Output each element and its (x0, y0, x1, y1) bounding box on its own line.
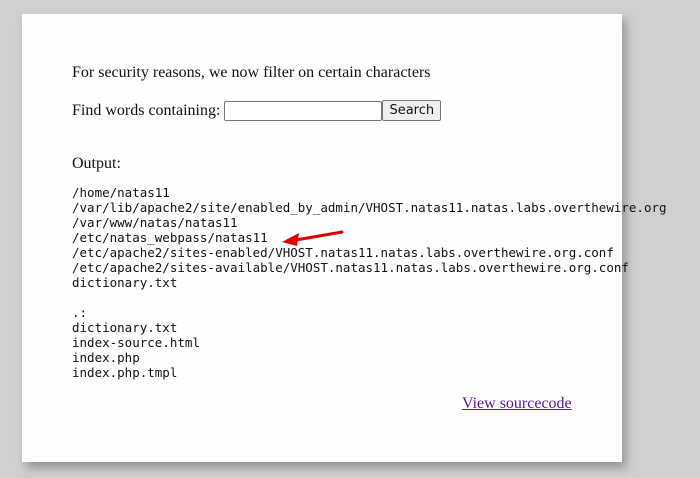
red-arrow-icon (282, 230, 344, 246)
output-line: /home/natas11 (72, 185, 170, 200)
output-blank-line (72, 290, 667, 305)
output-line: /etc/apache2/sites-enabled/VHOST.natas11… (72, 245, 614, 260)
output-label: Output: (72, 155, 121, 172)
output-line: /var/www/natas/natas11 (72, 215, 238, 230)
search-label: Find words containing: (72, 101, 221, 119)
output-block: /home/natas11/var/lib/apache2/site/enabl… (72, 185, 667, 380)
view-sourcecode-link[interactable]: View sourcecode (462, 394, 572, 414)
output-line: dictionary.txt (72, 320, 178, 335)
output-line: index.php (72, 350, 140, 365)
content-panel: For security reasons, we now filter on c… (22, 14, 667, 462)
output-line: dictionary.txt (72, 275, 178, 290)
search-input[interactable] (224, 100, 383, 121)
output-line: /var/lib/apache2/site/enabled_by_admin/V… (72, 200, 667, 215)
search-form: Find words containing: Search (72, 100, 442, 121)
output-line-webpass: /etc/natas_webpass/natas11 (72, 230, 268, 245)
output-line: index.php.tmpl (72, 365, 178, 380)
output-line: .: (72, 305, 88, 320)
output-line: index-source.html (72, 335, 200, 350)
output-line: /etc/apache2/sites-available/VHOST.natas… (72, 260, 629, 275)
security-notice: For security reasons, we now filter on c… (72, 64, 431, 81)
search-button[interactable]: Search (382, 100, 442, 121)
